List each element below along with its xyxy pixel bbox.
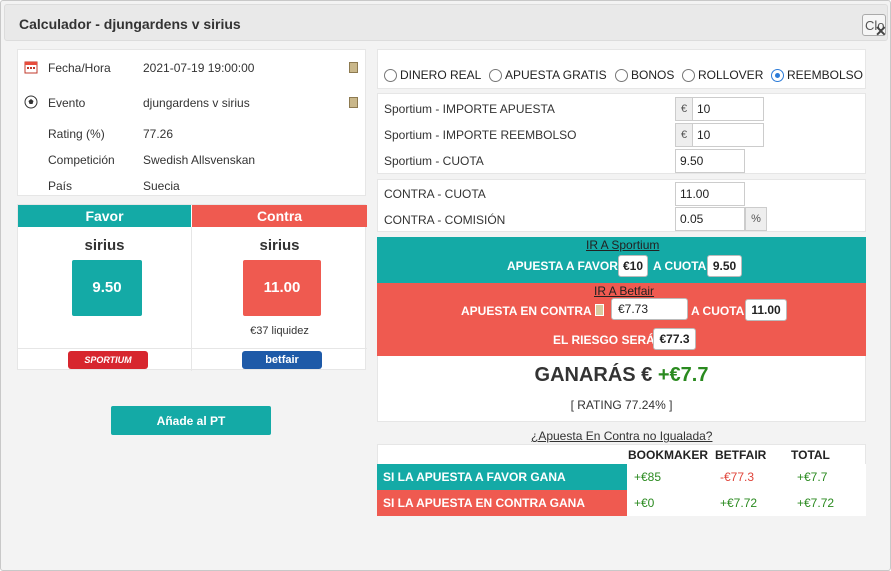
- risk-label: EL RIESGO SERÁ: [553, 333, 655, 347]
- lay-odds-input[interactable]: 11.00: [675, 182, 745, 206]
- lay-instruction-band: IR A Betfair APUESTA EN CONTRA €7.73 A C…: [377, 283, 866, 356]
- stake-label: Sportium - IMPORTE APUESTA: [384, 102, 555, 116]
- back-odds-label: A CUOTA: [653, 259, 707, 273]
- lay-odds-label: CONTRA - CUOTA: [384, 187, 486, 201]
- info-row-country: País Suecia: [18, 176, 365, 198]
- sportium-logo[interactable]: SPORTIUM: [68, 351, 148, 369]
- outcome-label: SI LA APUESTA A FAVOR GANA: [377, 464, 627, 490]
- date-label: Fecha/Hora: [48, 61, 111, 75]
- odds-panel: Favor Contra sirius sirius 9.50 11.00 €3…: [17, 204, 367, 371]
- outcome-row-lay-wins: SI LA APUESTA EN CONTRA GANA +€0 +€7.72 …: [377, 490, 866, 516]
- profit-heading: GANARÁS € +€7.7: [378, 364, 865, 387]
- close-icon[interactable]: ✕: [875, 23, 887, 40]
- radio-circle[interactable]: [615, 69, 628, 82]
- stake-currency: €: [675, 97, 693, 121]
- calendar-icon: [24, 61, 38, 74]
- back-odds-value: 9.50: [707, 255, 742, 277]
- dialog-title: Calculador - djungardens v sirius: [19, 16, 241, 32]
- copy-event-icon[interactable]: [349, 97, 358, 108]
- refund-currency: €: [675, 123, 693, 147]
- contra-liquidity: €37 liquidez: [250, 325, 309, 337]
- info-row-event: Evento djungardens v sirius: [18, 93, 365, 115]
- date-value: 2021-07-19 19:00:00: [143, 61, 255, 75]
- contra-odds-box[interactable]: 11.00: [243, 260, 321, 316]
- radio-label: ROLLOVER: [698, 68, 764, 82]
- profit-prefix: GANARÁS €: [534, 364, 653, 386]
- result-rating: [ RATING 77.24% ]: [570, 398, 673, 412]
- commission-percent: %: [745, 207, 767, 231]
- outcome-betfair: +€7.72: [720, 496, 758, 510]
- event-info-panel: Fecha/Hora 2021-07-19 19:00:00 Evento dj…: [17, 49, 366, 196]
- favor-odds-box[interactable]: 9.50: [72, 260, 142, 316]
- col-header-betfair: BETFAIR: [715, 448, 767, 462]
- country-value: Suecia: [143, 179, 180, 193]
- rating-value: 77.26: [143, 127, 174, 141]
- outcome-total: +€7.7: [797, 470, 828, 484]
- stake-input[interactable]: 10: [692, 97, 764, 121]
- competition-label: Competición: [48, 153, 115, 167]
- odds-vertical-divider: [191, 227, 192, 371]
- contra-selection: sirius: [259, 237, 300, 254]
- rating-label: Rating (%): [48, 127, 105, 141]
- clipboard-icon[interactable]: [595, 304, 604, 316]
- lay-stake-label: APUESTA EN CONTRA: [461, 304, 592, 318]
- lay-odds-value: 11.00: [745, 299, 787, 321]
- col-header-bookmaker: BOOKMAKER: [628, 448, 708, 462]
- lay-odds-label: A CUOTA: [691, 304, 745, 318]
- event-label: Evento: [48, 96, 86, 110]
- radio-circle-selected[interactable]: [771, 69, 784, 82]
- event-value: djungardens v sirius: [143, 96, 250, 110]
- favor-header: Favor: [18, 205, 191, 227]
- profit-amount: +€7.7: [657, 364, 709, 386]
- radio-circle[interactable]: [384, 69, 397, 82]
- refund-input[interactable]: 10: [692, 123, 764, 147]
- info-row-date: Fecha/Hora 2021-07-19 19:00:00: [18, 58, 365, 80]
- refund-label: Sportium - IMPORTE REEMBOLSO: [384, 128, 577, 142]
- competition-value: Swedish Allsvenskan: [143, 153, 256, 167]
- outcome-betfair: -€77.3: [720, 470, 755, 484]
- back-stake-value: €10: [618, 255, 648, 277]
- calculator-dialog: Calculador - djungardens v sirius Close …: [0, 0, 891, 571]
- odds-divider: [18, 348, 367, 349]
- copy-date-icon[interactable]: [349, 62, 358, 73]
- outcome-bookmaker: +€85: [634, 470, 662, 484]
- go-to-sportium-link[interactable]: IR A Sportium: [586, 238, 659, 252]
- bookmaker-form: Sportium - IMPORTE APUESTA € 10 Sportium…: [377, 93, 866, 174]
- info-row-competition: Competición Swedish Allsvenskan: [18, 150, 365, 172]
- profit-result: GANARÁS € +€7.7 [ RATING 77.24% ]: [377, 356, 866, 422]
- commission-input[interactable]: 0.05: [675, 207, 745, 231]
- outcome-label: SI LA APUESTA EN CONTRA GANA: [377, 490, 627, 516]
- lay-form: CONTRA - CUOTA 11.00 CONTRA - COMISIÓN 0…: [377, 179, 866, 232]
- commission-label: CONTRA - COMISIÓN: [384, 213, 506, 227]
- outcome-bookmaker: +€0: [634, 496, 655, 510]
- soccer-ball-icon: [24, 95, 38, 109]
- favor-selection: sirius: [84, 237, 125, 254]
- title-bar[interactable]: Calculador - djungardens v sirius: [4, 4, 888, 41]
- betfair-logo[interactable]: betfair: [242, 351, 322, 369]
- go-to-betfair-link[interactable]: IR A Betfair: [594, 284, 654, 298]
- back-odds-label: Sportium - CUOTA: [384, 154, 484, 168]
- radio-circle[interactable]: [682, 69, 695, 82]
- outcome-total: +€7.72: [797, 496, 835, 510]
- back-stake-label: APUESTA A FAVOR: [507, 259, 618, 273]
- country-label: País: [48, 179, 73, 193]
- outcome-row-back-wins: SI LA APUESTA A FAVOR GANA +€85 -€77.3 +…: [377, 464, 866, 490]
- col-header-total: TOTAL: [791, 448, 830, 462]
- add-to-pt-button[interactable]: Añade al PT: [111, 406, 271, 435]
- back-odds-input[interactable]: 9.50: [675, 149, 745, 173]
- info-row-rating: Rating (%) 77.26: [18, 124, 365, 146]
- back-instruction-band: IR A Sportium APUESTA A FAVOR €10 A CUOT…: [377, 237, 866, 283]
- radio-label: BONOS: [631, 68, 675, 82]
- radio-label: APUESTA GRATIS: [505, 68, 607, 82]
- lay-stake-value[interactable]: €7.73: [611, 298, 688, 320]
- risk-value: €77.3: [653, 328, 696, 350]
- radio-circle[interactable]: [489, 69, 502, 82]
- unmatched-lay-link[interactable]: ¿Apuesta En Contra no Igualada?: [531, 429, 712, 443]
- radio-label: REEMBOLSO: [787, 68, 864, 82]
- contra-header: Contra: [192, 205, 367, 227]
- radio-label: DINERO REAL: [400, 68, 482, 82]
